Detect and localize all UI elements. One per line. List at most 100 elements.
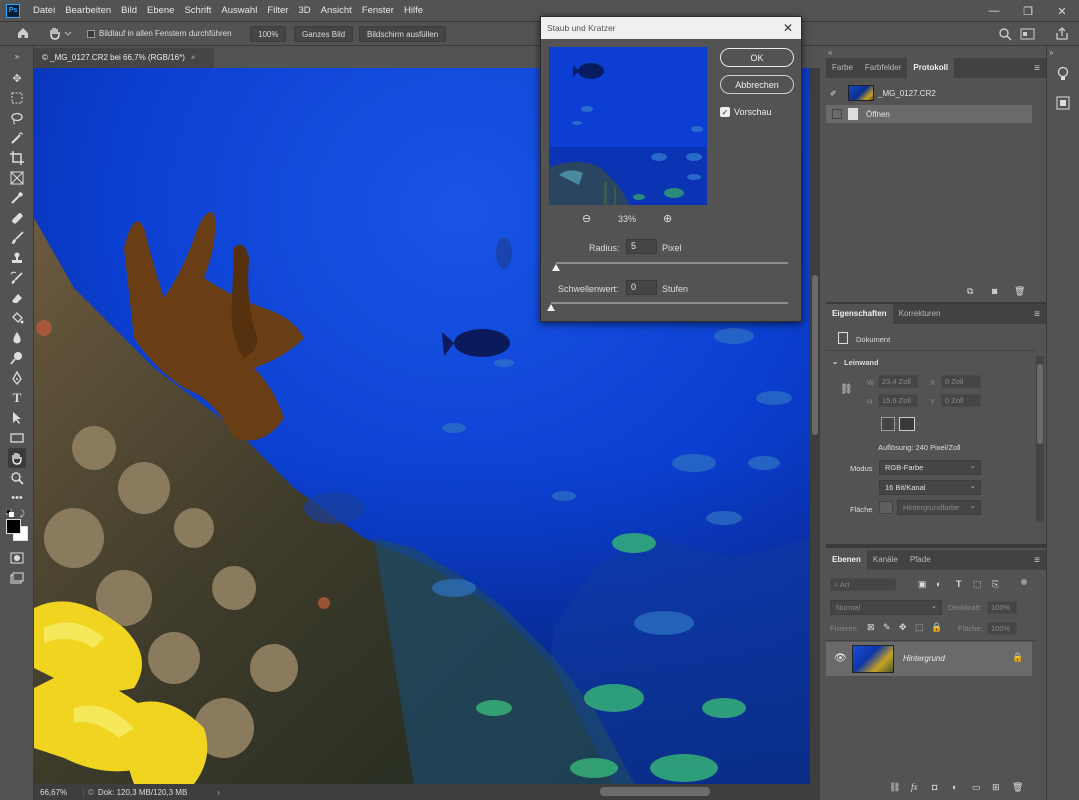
default-colors-icon[interactable] xyxy=(5,508,16,517)
canvas-section-chevron-icon[interactable]: ⌄ xyxy=(832,357,838,366)
document-tab[interactable]: © _MG_0127.CR2 bei 66,7% (RGB/16*) × xyxy=(34,48,214,68)
scroll-all-checkbox[interactable] xyxy=(87,29,95,38)
preview-checkbox[interactable]: ✓ xyxy=(720,107,730,117)
minimize-button[interactable]: — xyxy=(977,5,1011,17)
filter-preview[interactable] xyxy=(549,47,707,205)
tab-properties[interactable]: Eigenschaften xyxy=(826,304,893,324)
radius-slider-track[interactable] xyxy=(556,262,788,264)
menu-3d[interactable]: 3D xyxy=(293,5,315,16)
delete-layer-icon[interactable]: 🗑 xyxy=(1012,782,1023,793)
zoom-out-icon[interactable]: ⊖ xyxy=(582,212,591,225)
layer-name[interactable]: Hintergrund xyxy=(903,654,945,663)
learn-lightbulb-icon[interactable] xyxy=(1056,66,1070,84)
hand-tool-icon[interactable] xyxy=(8,448,26,468)
lock-position-icon[interactable]: ✥ xyxy=(899,622,907,633)
foreground-color-swatch[interactable] xyxy=(6,519,21,534)
new-group-icon[interactable]: ▭ xyxy=(972,782,981,793)
fill-swatch[interactable] xyxy=(879,501,893,514)
eyedropper-tool-icon[interactable] xyxy=(8,190,26,206)
type-tool-icon[interactable]: T xyxy=(8,390,26,406)
history-step[interactable]: Öffnen xyxy=(826,105,1032,123)
ok-button[interactable]: OK xyxy=(720,48,794,67)
clone-stamp-tool-icon[interactable] xyxy=(8,250,26,266)
properties-scroll-thumb[interactable] xyxy=(1037,364,1043,444)
workspace-icon[interactable] xyxy=(1020,27,1036,43)
landscape-orientation-icon[interactable] xyxy=(899,417,915,431)
zoom-level[interactable]: 66,67% xyxy=(34,787,84,797)
close-document-icon[interactable]: × xyxy=(191,53,196,62)
new-layer-icon[interactable]: ⊞ xyxy=(992,782,1000,793)
close-window-button[interactable]: ✕ xyxy=(1045,5,1079,18)
layer-filter-input[interactable]: ⌕ Art xyxy=(830,578,896,591)
dialog-close-icon[interactable]: ✕ xyxy=(783,21,793,35)
filter-shape-icon[interactable]: ⬚ xyxy=(973,579,982,590)
radius-input[interactable]: 5 xyxy=(626,239,657,254)
history-brush-source-box[interactable] xyxy=(832,109,842,119)
collapse-toolbar-icon[interactable]: » xyxy=(8,48,26,64)
menu-ansicht[interactable]: Ansicht xyxy=(316,5,357,16)
link-layers-icon[interactable]: ⛓ xyxy=(889,782,900,793)
link-icon[interactable]: ⛓ xyxy=(840,384,853,395)
layer-style-icon[interactable]: fx xyxy=(911,782,918,792)
filter-type-icon[interactable]: T xyxy=(956,579,962,589)
filter-adjustment-icon[interactable]: ◐ xyxy=(936,579,941,589)
fill-select[interactable]: Hintergrundfarbe xyxy=(897,499,981,515)
portrait-orientation-icon[interactable] xyxy=(881,417,895,431)
pen-tool-icon[interactable] xyxy=(8,370,26,386)
filter-toggle-icon[interactable] xyxy=(1021,579,1027,585)
threshold-input[interactable]: 0 xyxy=(626,280,657,295)
cancel-button[interactable]: Abbrechen xyxy=(720,75,794,94)
home-icon[interactable] xyxy=(16,26,32,42)
blur-tool-icon[interactable] xyxy=(8,330,26,346)
fit-screen-button[interactable]: Ganzes Bild xyxy=(294,26,354,42)
snapshot-camera-icon[interactable]: ◙ xyxy=(992,286,997,296)
width-field[interactable]: 23,4 Zoll xyxy=(878,375,918,388)
tab-adjustments[interactable]: Korrekturen xyxy=(893,304,947,324)
lock-transparent-icon[interactable]: ⊠ xyxy=(867,622,875,633)
layer-row[interactable]: 👁 Hintergrund 🔒 xyxy=(826,642,1032,676)
menu-ebene[interactable]: Ebene xyxy=(142,5,179,16)
screen-mode-icon[interactable] xyxy=(8,570,26,586)
frame-tool-icon[interactable] xyxy=(8,170,26,186)
menu-auswahl[interactable]: Auswahl xyxy=(216,5,262,16)
tab-history[interactable]: Protokoll xyxy=(907,58,955,78)
share-icon[interactable] xyxy=(1055,27,1069,43)
rectangle-tool-icon[interactable] xyxy=(8,430,26,446)
opacity-field[interactable]: 100% xyxy=(987,601,1017,614)
horizontal-scroll-thumb[interactable] xyxy=(600,787,710,796)
history-brush-tool-icon[interactable] xyxy=(8,270,26,286)
menu-schrift[interactable]: Schrift xyxy=(179,5,216,16)
lasso-tool-icon[interactable] xyxy=(8,110,26,126)
zoom-in-icon[interactable]: ⊕ xyxy=(663,212,672,225)
threshold-slider-track[interactable] xyxy=(551,302,788,304)
trash-icon[interactable]: 🗑 xyxy=(1014,286,1025,297)
panel-menu-icon[interactable]: ≡ xyxy=(1034,555,1040,566)
height-field[interactable]: 15,6 Zoll xyxy=(878,394,918,407)
brush-tool-icon[interactable] xyxy=(8,230,26,246)
menu-bild[interactable]: Bild xyxy=(116,5,142,16)
healing-brush-tool-icon[interactable] xyxy=(8,210,26,226)
panel-menu-icon[interactable]: ≡ xyxy=(1034,63,1040,74)
crop-tool-icon[interactable] xyxy=(8,150,26,166)
history-snapshot[interactable]: ✐ _MG_0127.CR2 xyxy=(826,82,1032,104)
quick-mask-icon[interactable] xyxy=(8,550,26,566)
adjustment-layer-icon[interactable]: ◐ xyxy=(952,782,957,792)
panel-menu-icon[interactable]: ≡ xyxy=(1034,309,1040,320)
libraries-icon[interactable] xyxy=(1056,96,1070,112)
paint-bucket-tool-icon[interactable] xyxy=(8,310,26,326)
bit-depth-select[interactable]: 16 Bit/Kanal xyxy=(879,479,981,495)
vertical-scroll-thumb[interactable] xyxy=(812,275,818,435)
layer-fill-field[interactable]: 100% xyxy=(987,622,1017,635)
new-document-from-state-icon[interactable]: ⧉ xyxy=(967,286,973,297)
status-menu-arrow[interactable]: › xyxy=(187,788,220,797)
lock-artboard-icon[interactable]: ⬚ xyxy=(915,622,924,633)
menu-fenster[interactable]: Fenster xyxy=(357,5,399,16)
marquee-tool-icon[interactable] xyxy=(8,90,26,106)
menu-datei[interactable]: Datei xyxy=(28,5,60,16)
tab-color[interactable]: Farbe xyxy=(826,58,859,78)
expand-panels-icon[interactable]: » xyxy=(1049,48,1053,57)
move-tool-icon[interactable]: ✥ xyxy=(8,70,26,86)
search-icon[interactable] xyxy=(998,27,1012,43)
eye-icon[interactable]: 👁 xyxy=(834,653,847,664)
threshold-slider-thumb[interactable] xyxy=(547,304,555,311)
